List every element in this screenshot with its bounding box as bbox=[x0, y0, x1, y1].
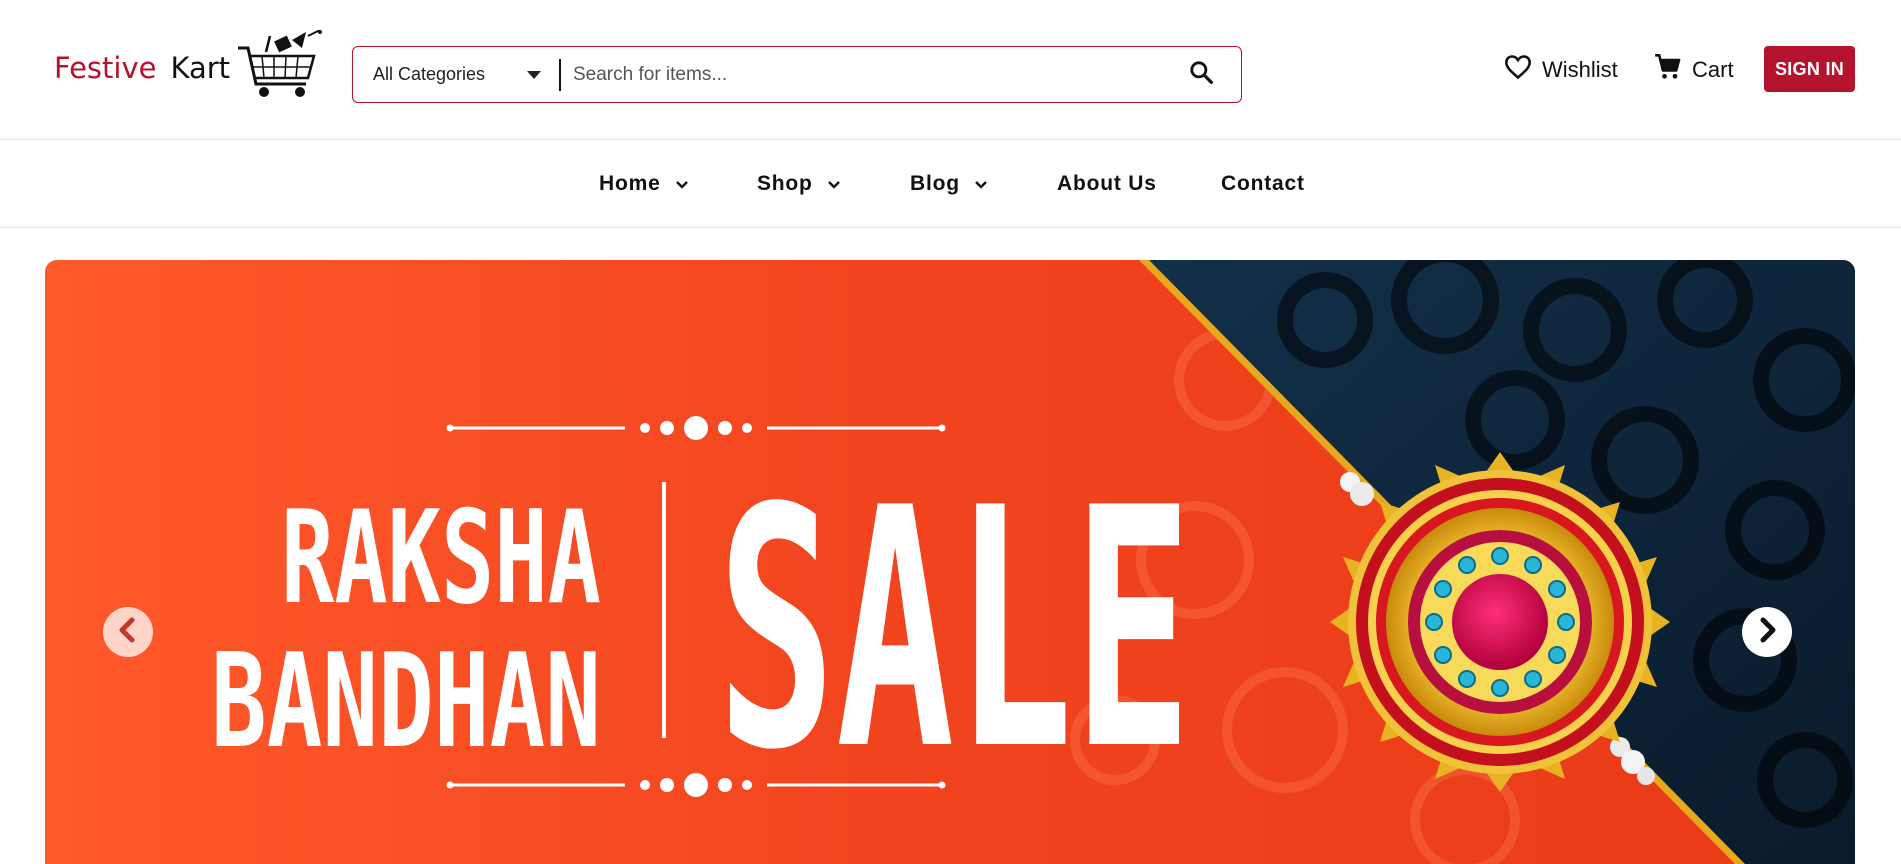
carousel-next-button[interactable] bbox=[1742, 607, 1792, 657]
banner-line-raksha: RAKSHA bbox=[281, 484, 601, 633]
nav-item-shop[interactable]: Shop bbox=[757, 170, 841, 198]
brand-word-festive: Festive bbox=[54, 51, 157, 85]
nav-item-home[interactable]: Home bbox=[599, 170, 689, 198]
brand-word-kart: Kart bbox=[170, 51, 231, 85]
shopping-cart-logo-icon bbox=[236, 28, 326, 107]
chevron-down-icon bbox=[974, 172, 988, 196]
cart-link[interactable]: Cart bbox=[1654, 50, 1734, 90]
nav-item-label: Contact bbox=[1221, 172, 1305, 195]
hero-carousel: RAKSHA BANDHAN SALE bbox=[45, 260, 1855, 864]
wishlist-label: Wishlist bbox=[1542, 57, 1618, 82]
chevron-down-icon bbox=[827, 172, 841, 196]
banner-line-bandhan: BANDHAN bbox=[211, 625, 601, 777]
search-button[interactable] bbox=[1161, 47, 1241, 102]
search-icon bbox=[1188, 59, 1214, 90]
carousel-prev-button[interactable] bbox=[103, 607, 153, 657]
nav-item-label: Shop bbox=[757, 172, 813, 195]
caret-down-icon bbox=[527, 71, 541, 79]
cart-label: Cart bbox=[1692, 57, 1734, 82]
chevron-left-icon bbox=[117, 617, 139, 648]
heart-icon bbox=[1504, 54, 1542, 86]
category-select[interactable]: All Categories bbox=[353, 47, 559, 102]
nav-item-about-us[interactable]: About Us bbox=[1057, 170, 1157, 198]
nav-item-contact[interactable]: Contact bbox=[1221, 170, 1305, 198]
category-select-value: All Categories bbox=[373, 64, 486, 84]
banner-headline-sale: SALE bbox=[717, 438, 1192, 822]
search-bar: All Categories bbox=[352, 46, 1242, 103]
nav-item-blog[interactable]: Blog bbox=[910, 170, 988, 198]
cart-icon bbox=[1654, 53, 1692, 87]
main-nav: Home Shop Blog About Us Contact bbox=[0, 140, 1901, 228]
wishlist-link[interactable]: Wishlist bbox=[1504, 50, 1618, 90]
brand-logo[interactable]: Festive Kart bbox=[54, 28, 323, 108]
rakhi-ornament bbox=[1330, 452, 1670, 792]
banner-artwork: RAKSHA BANDHAN SALE bbox=[211, 260, 1855, 864]
nav-item-label: Home bbox=[599, 172, 661, 195]
nav-item-label: Blog bbox=[910, 172, 960, 195]
site-header: Festive Kart All Categories Search for i… bbox=[0, 0, 1901, 140]
chevron-down-icon bbox=[675, 172, 689, 196]
sign-in-button[interactable]: SIGN IN bbox=[1764, 46, 1855, 92]
banner-title-dots-top bbox=[446, 416, 946, 440]
search-input[interactable] bbox=[561, 47, 1161, 102]
nav-item-label: About Us bbox=[1057, 172, 1157, 195]
chevron-right-icon bbox=[1756, 617, 1778, 648]
